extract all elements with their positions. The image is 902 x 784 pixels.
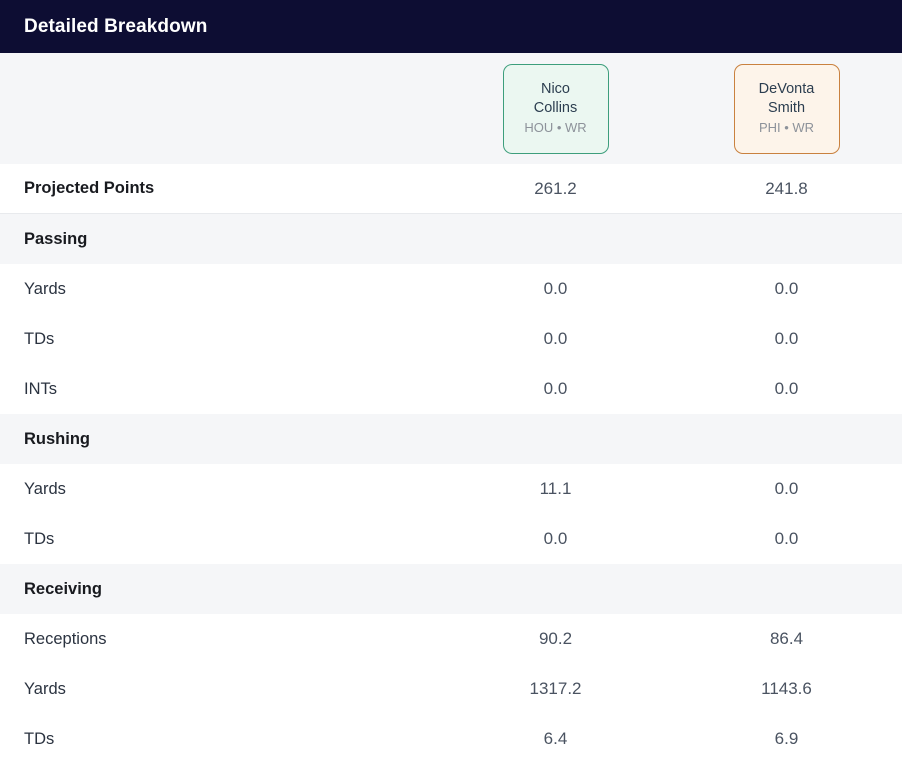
player-name-line1: Nico	[540, 81, 570, 97]
projected-points-row: Projected Points 261.2 241.8	[0, 164, 902, 214]
table-row: Yards 0.0 0.0	[0, 264, 902, 314]
row-value-player-2: 0.0	[774, 329, 799, 348]
player-card-devonta-smith[interactable]: DeVonta Smith PHI • WR	[733, 63, 840, 154]
section-title: Passing	[24, 229, 88, 248]
row-value-player-2: 0.0	[774, 479, 799, 498]
row-value-player-2: 241.8	[765, 178, 808, 198]
player-column-2: DeVonta Smith PHI • WR	[671, 63, 902, 154]
row-label: TDs	[24, 329, 55, 348]
row-value-player-2: 0.0	[774, 529, 799, 548]
row-label: Yards	[24, 679, 66, 698]
table-row: TDs 6.4 6.9	[0, 714, 902, 764]
row-value-player-1: 90.2	[538, 629, 573, 648]
row-label: Yards	[24, 279, 66, 298]
row-value-player-2: 86.4	[769, 629, 804, 648]
row-value-player-1: 1317.2	[529, 679, 582, 698]
page-title: Detailed Breakdown	[24, 15, 208, 37]
panel-header: Detailed Breakdown	[0, 0, 902, 53]
player-name: Nico Collins	[534, 80, 578, 118]
row-value-player-2: 6.9	[774, 729, 799, 748]
row-value-player-2: 1143.6	[761, 679, 812, 698]
table-header-row: Nico Collins HOU • WR DeVonta Smith PHI • …	[0, 53, 902, 164]
row-value-player-1: 6.4	[543, 729, 568, 748]
detailed-breakdown-panel: Detailed Breakdown Nico Collins HOU • WR …	[0, 0, 902, 784]
row-label: Yards	[24, 479, 66, 498]
section-header-rushing: Rushing	[0, 414, 902, 464]
row-label: INTs	[24, 379, 57, 398]
table-row: Receptions 90.2 86.4	[0, 614, 902, 664]
row-value-player-1: 261.2	[534, 178, 577, 198]
player-name: DeVonta Smith	[759, 80, 815, 118]
table-row: TDs 0.0 0.0	[0, 314, 902, 364]
section-header-passing: Passing	[0, 214, 902, 264]
player-name-line2: Collins	[533, 100, 578, 116]
player-team-position: PHI • WR	[758, 120, 815, 135]
player-team-position: HOU • WR	[524, 120, 587, 135]
row-value-player-1: 0.0	[543, 379, 568, 398]
row-value-player-1: 0.0	[543, 529, 568, 548]
section-title: Rushing	[24, 429, 90, 448]
player-column-1: Nico Collins HOU • WR	[440, 63, 671, 154]
table-row: INTs 0.0 0.0	[0, 364, 902, 414]
row-label: TDs	[24, 729, 55, 748]
row-label: Receptions	[24, 629, 107, 648]
row-value-player-1: 11.1	[539, 479, 572, 498]
row-value-player-2: 0.0	[774, 379, 799, 398]
row-value-player-2: 0.0	[774, 279, 799, 298]
row-value-player-1: 0.0	[543, 279, 568, 298]
row-label: Projected Points	[24, 179, 155, 197]
section-header-receiving: Receiving	[0, 564, 902, 614]
table-row: TDs 0.0 0.0	[0, 514, 902, 564]
row-label: TDs	[24, 529, 55, 548]
section-title: Receiving	[24, 579, 102, 598]
table-row: Yards 1317.2 1143.6	[0, 664, 902, 714]
comparison-table: Nico Collins HOU • WR DeVonta Smith PHI • …	[0, 53, 902, 784]
player-name-line1: DeVonta	[758, 81, 815, 97]
player-name-line2: Smith	[767, 100, 806, 116]
row-value-player-1: 0.0	[543, 329, 568, 348]
player-card-nico-collins[interactable]: Nico Collins HOU • WR	[502, 63, 609, 154]
table-row: Yards 11.1 0.0	[0, 464, 902, 514]
